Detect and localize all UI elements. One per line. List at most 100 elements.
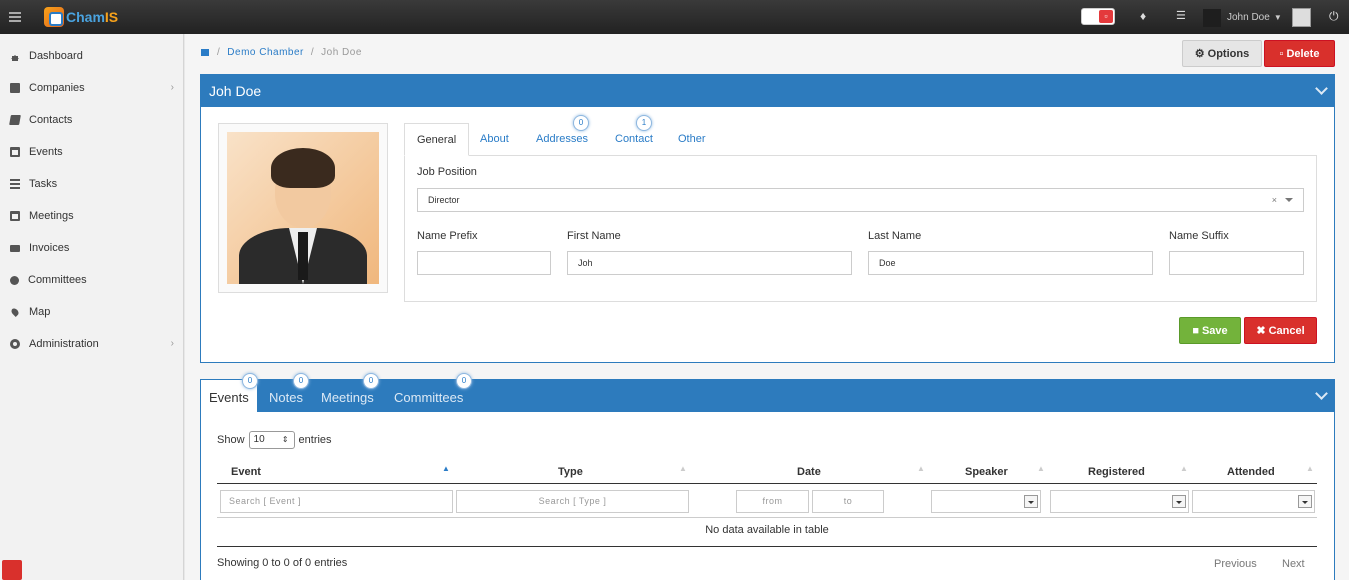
tab-general[interactable]: General xyxy=(404,123,470,156)
contact-photo[interactable] xyxy=(218,123,388,293)
sidebar-item-label: Companies xyxy=(29,82,85,94)
book-icon xyxy=(9,115,21,125)
sidebar-item-label: Meetings xyxy=(29,210,74,222)
tasks-icon xyxy=(10,179,20,189)
tab-events[interactable]: Events 0 xyxy=(201,373,258,412)
clear-icon[interactable]: × xyxy=(1272,189,1277,211)
date-from-input[interactable]: from xyxy=(736,490,809,513)
column-header-attended[interactable]: Attended xyxy=(1227,466,1275,478)
column-header-type[interactable]: Type xyxy=(558,466,583,478)
breadcrumb-current: Joh Doe xyxy=(321,47,362,58)
menu-icon[interactable] xyxy=(9,12,21,24)
next-page-button[interactable]: Next xyxy=(1282,558,1305,570)
name-suffix-input[interactable] xyxy=(1169,251,1304,275)
name-suffix-label: Name Suffix xyxy=(1169,230,1229,242)
sidebar-item-dashboard[interactable]: Dashboard xyxy=(0,40,183,72)
sidebar-item-map[interactable]: Map xyxy=(0,296,183,328)
sort-icon: ▲ xyxy=(1180,464,1188,473)
previous-page-button[interactable]: Previous xyxy=(1214,558,1257,570)
entries-label: entries xyxy=(298,434,332,446)
sort-icon: ▲ xyxy=(1306,464,1314,473)
sidebar-item-companies[interactable]: Companies › xyxy=(0,72,183,104)
sidebar-item-meetings[interactable]: Meetings xyxy=(0,200,183,232)
column-header-registered[interactable]: Registered xyxy=(1088,466,1145,478)
avatar xyxy=(227,132,379,284)
calendar-icon xyxy=(10,147,20,157)
chevron-down-icon[interactable] xyxy=(1315,82,1328,95)
tab-addresses[interactable]: Addresses 0 xyxy=(524,115,600,156)
sidebar-item-label: Contacts xyxy=(29,114,73,126)
close-icon: ✖ xyxy=(1256,325,1266,337)
column-header-event[interactable]: Event xyxy=(231,466,261,478)
name-prefix-input[interactable] xyxy=(417,251,551,275)
save-button[interactable]: ■ Save xyxy=(1179,317,1241,344)
tab-notes[interactable]: Notes 0 xyxy=(261,373,311,412)
user-menu[interactable]: John Doe ▼ xyxy=(1203,8,1311,27)
addresses-count-badge: 0 xyxy=(573,115,589,131)
logo-text: ChamIS xyxy=(66,9,119,25)
sort-icon: ▲ xyxy=(679,464,687,473)
bell-icon[interactable]: ♦ xyxy=(1140,9,1146,23)
calendar-grid-icon xyxy=(10,211,20,221)
save-label: Save xyxy=(1201,324,1228,337)
date-to-input[interactable]: to xyxy=(812,490,884,513)
delete-button[interactable]: ▫ Delete xyxy=(1264,40,1335,67)
power-icon[interactable]: ⏻ xyxy=(1329,9,1339,24)
tab-label: Notes xyxy=(269,390,303,405)
sidebar-item-committees[interactable]: Committees xyxy=(0,264,183,296)
column-header-date[interactable]: Date xyxy=(797,466,821,478)
sidebar-item-label: Dashboard xyxy=(29,50,83,62)
entries-select[interactable]: 10 ⇕ xyxy=(248,431,295,449)
options-label: Options xyxy=(1207,47,1250,60)
cancel-button[interactable]: ✖ Cancel xyxy=(1244,317,1317,344)
entries-value: 10 xyxy=(253,434,265,445)
job-position-value: Director xyxy=(428,195,460,205)
related-panel: Events 0 Notes 0 Meetings 0 Committees 0 Sho… xyxy=(200,373,1335,580)
sidebar-item-label: Administration xyxy=(29,338,99,350)
tab-about[interactable]: About xyxy=(468,123,521,156)
column-header-speaker[interactable]: Speaker xyxy=(965,466,1008,478)
tab-contact[interactable]: Contact 1 xyxy=(603,115,665,156)
meetings-count-badge: 0 xyxy=(363,373,379,389)
related-tabs: Events 0 Notes 0 Meetings 0 Committees 0 xyxy=(201,373,1334,412)
cogs-icon xyxy=(10,339,20,349)
options-button[interactable]: ⚙ Options xyxy=(1182,40,1262,67)
toggle-switch[interactable]: ▫ xyxy=(1081,8,1115,25)
caret-down-icon xyxy=(1285,198,1293,206)
sidebar: Dashboard Companies › Contacts Events Tas… xyxy=(0,34,184,580)
first-name-input[interactable]: Joh xyxy=(567,251,852,275)
user-avatar xyxy=(1291,8,1311,27)
server-icon[interactable]: ☰ xyxy=(1176,9,1186,22)
users-icon xyxy=(10,275,19,285)
registered-filter-select[interactable] xyxy=(1050,490,1189,513)
stepper-icon: ⇕ xyxy=(281,435,289,444)
home-icon[interactable] xyxy=(201,49,209,56)
app-logo[interactable]: ChamIS xyxy=(44,6,118,28)
tab-committees[interactable]: Committees 0 xyxy=(386,373,472,412)
search-event-input[interactable]: Search [ Event ] xyxy=(220,490,453,513)
search-type-input[interactable]: Search [ Type ] xyxy=(456,490,689,513)
tab-other[interactable]: Other xyxy=(666,123,718,156)
tab-label: Meetings xyxy=(321,390,374,405)
caret-down-icon xyxy=(1172,495,1186,508)
trash-icon: ▫ xyxy=(1099,10,1113,23)
tab-label: Other xyxy=(678,133,706,145)
events-count-badge: 0 xyxy=(242,373,258,389)
attended-filter-select[interactable] xyxy=(1192,490,1315,513)
last-name-input[interactable]: Doe xyxy=(868,251,1153,275)
sidebar-item-invoices[interactable]: Invoices xyxy=(0,232,183,264)
speaker-filter-select[interactable] xyxy=(931,490,1041,513)
tab-meetings[interactable]: Meetings 0 xyxy=(313,373,382,412)
app-corner-icon[interactable] xyxy=(2,560,22,580)
chevron-down-icon[interactable] xyxy=(1315,387,1328,400)
header-divider xyxy=(217,483,1317,484)
sidebar-item-tasks[interactable]: Tasks xyxy=(0,168,183,200)
sidebar-item-events[interactable]: Events xyxy=(0,136,183,168)
job-position-select[interactable]: Director × xyxy=(417,188,1304,212)
building-icon xyxy=(10,83,20,93)
job-position-label: Job Position xyxy=(417,166,477,178)
sidebar-item-contacts[interactable]: Contacts xyxy=(0,104,183,136)
sidebar-item-administration[interactable]: Administration › xyxy=(0,328,183,360)
name-prefix-label: Name Prefix xyxy=(417,230,478,242)
breadcrumb-link-demo-chamber[interactable]: Demo Chamber xyxy=(227,47,304,58)
